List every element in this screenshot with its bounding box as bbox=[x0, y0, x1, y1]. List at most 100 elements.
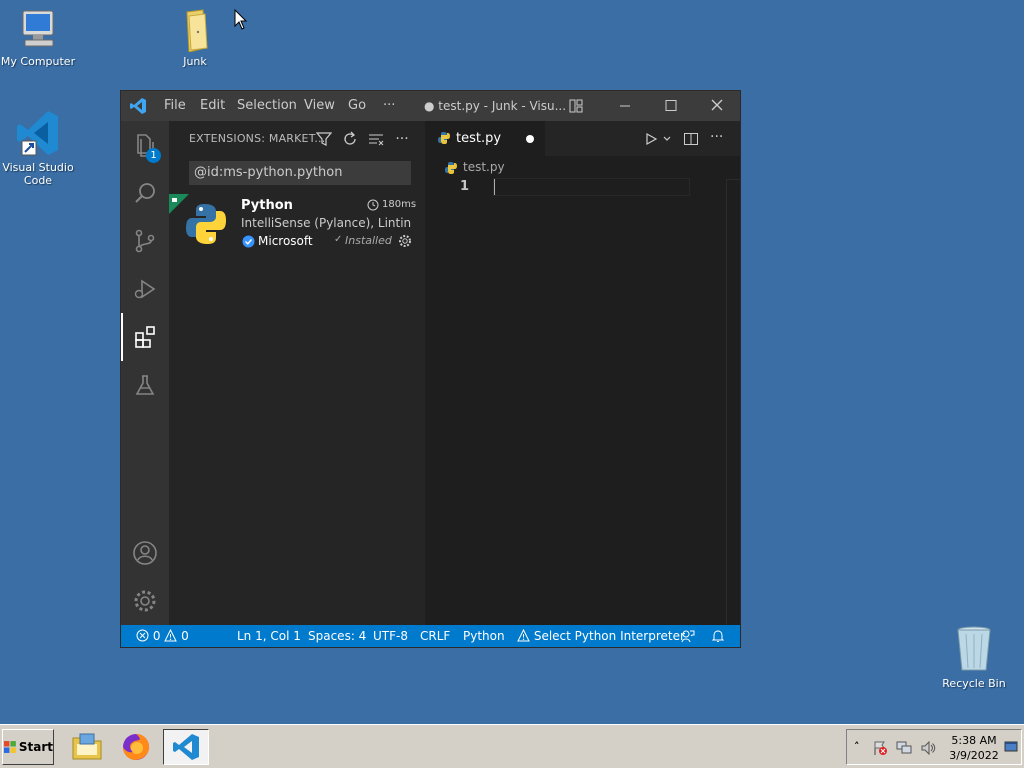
taskbar-vscode-icon[interactable] bbox=[163, 729, 209, 765]
breadcrumb-file: test.py bbox=[463, 160, 505, 174]
check-icon: ✓ bbox=[334, 234, 343, 245]
sidebar-title: EXTENSIONS: MARKET... bbox=[189, 132, 326, 145]
action-center-flag-icon[interactable] bbox=[872, 740, 888, 759]
menu-more[interactable]: ··· bbox=[383, 91, 395, 121]
language-mode[interactable]: Python bbox=[463, 625, 505, 647]
extensions-icon[interactable] bbox=[121, 313, 169, 361]
status-bar: 0 0 Ln 1, Col 1 Spaces: 4 UTF-8 CRLF Pyt… bbox=[121, 625, 740, 647]
installed-status: Installed bbox=[345, 234, 392, 247]
network-icon[interactable] bbox=[896, 740, 912, 759]
editor-area: test.py ··· test.py 1 bbox=[425, 121, 740, 625]
show-desktop-icon[interactable] bbox=[1004, 740, 1018, 757]
maximize-button[interactable] bbox=[648, 91, 694, 121]
desktop-icon-junk-folder[interactable]: Junk bbox=[157, 8, 233, 68]
search-icon[interactable] bbox=[121, 169, 169, 217]
clock-date[interactable]: 3/9/2022 bbox=[947, 749, 1001, 762]
indentation[interactable]: Spaces: 4 bbox=[308, 625, 366, 647]
taskbar-file-explorer-icon[interactable] bbox=[65, 729, 109, 765]
editor-tab-bar: test.py ··· bbox=[425, 121, 740, 156]
testing-icon[interactable] bbox=[121, 361, 169, 409]
problems-indicator[interactable]: 0 0 bbox=[136, 625, 189, 647]
mouse-cursor-icon bbox=[234, 9, 248, 30]
feedback-icon[interactable] bbox=[681, 625, 695, 647]
desktop-icon-vscode[interactable]: Visual Studio Code bbox=[0, 108, 76, 187]
show-hidden-icons-chevron-icon[interactable]: ˄ bbox=[854, 740, 860, 753]
menu-file[interactable]: File bbox=[164, 91, 186, 121]
start-label: Start bbox=[18, 740, 53, 754]
customize-layout-icon[interactable] bbox=[568, 91, 586, 121]
split-editor-icon[interactable] bbox=[683, 131, 699, 150]
desktop-icon-recycle-bin[interactable]: Recycle Bin bbox=[936, 624, 1012, 690]
run-debug-icon[interactable] bbox=[121, 265, 169, 313]
error-icon bbox=[136, 629, 149, 642]
notifications-bell-icon[interactable] bbox=[711, 625, 725, 647]
interpreter-selector[interactable]: Select Python Interpreter bbox=[517, 625, 685, 647]
taskbar-firefox-icon[interactable] bbox=[114, 729, 158, 765]
interpreter-label: Select Python Interpreter bbox=[533, 629, 685, 643]
vscode-logo-icon bbox=[14, 108, 62, 158]
clear-results-icon[interactable] bbox=[367, 130, 385, 148]
recycle-bin-icon bbox=[950, 624, 998, 674]
vscode-window: File Edit Selection View Go ··· ● test.p… bbox=[121, 91, 740, 647]
cursor-position[interactable]: Ln 1, Col 1 bbox=[237, 625, 301, 647]
volume-icon[interactable] bbox=[920, 740, 936, 759]
source-control-icon[interactable] bbox=[121, 217, 169, 265]
explorer-icon[interactable]: 1 bbox=[121, 121, 169, 169]
encoding[interactable]: UTF-8 bbox=[373, 625, 408, 647]
filter-icon[interactable] bbox=[315, 130, 333, 148]
manage-gear-icon[interactable] bbox=[121, 577, 169, 625]
editor-more-actions-icon[interactable]: ··· bbox=[710, 129, 723, 145]
menu-edit[interactable]: Edit bbox=[200, 91, 225, 121]
clock-time[interactable]: 5:38 AM bbox=[947, 734, 1001, 747]
end-of-line[interactable]: CRLF bbox=[420, 625, 450, 647]
python-file-icon bbox=[445, 162, 457, 174]
desktop-icon-label: My Computer bbox=[0, 55, 76, 68]
accounts-icon[interactable] bbox=[121, 529, 169, 577]
warning-count: 0 bbox=[181, 629, 189, 643]
desktop-icon-label: Visual Studio Code bbox=[2, 161, 74, 187]
windows-logo-icon bbox=[3, 741, 16, 753]
desktop-icon-label: Recycle Bin bbox=[942, 677, 1006, 690]
explorer-badge: 1 bbox=[146, 148, 161, 163]
activation-time: 180ms bbox=[382, 199, 417, 210]
window-title: ● test.py - Junk - Visu... bbox=[424, 99, 567, 113]
menu-view[interactable]: View bbox=[304, 91, 335, 121]
tab-label: test.py bbox=[456, 131, 502, 146]
chevron-down-icon[interactable] bbox=[662, 133, 672, 147]
menu-go[interactable]: Go bbox=[348, 91, 366, 121]
warning-icon bbox=[517, 628, 530, 642]
run-python-file-icon[interactable] bbox=[644, 132, 658, 149]
minimap bbox=[726, 179, 740, 625]
clock-icon bbox=[367, 199, 379, 214]
desktop-icon-label: Junk bbox=[183, 55, 207, 68]
minimize-button[interactable] bbox=[602, 91, 648, 121]
menu-selection[interactable]: Selection bbox=[237, 91, 297, 121]
python-logo-icon bbox=[184, 202, 228, 246]
tab-test-py[interactable]: test.py bbox=[425, 121, 545, 156]
system-tray: ˄ 5:38 AM 3/9/2022 bbox=[846, 729, 1022, 765]
refresh-icon[interactable] bbox=[341, 130, 359, 148]
start-button[interactable]: Start bbox=[2, 729, 54, 765]
desktop-icon-my-computer[interactable]: My Computer bbox=[0, 8, 76, 68]
extensions-sidebar: EXTENSIONS: MARKET... ··· @id:ms-python.… bbox=[169, 121, 425, 625]
close-button[interactable] bbox=[694, 91, 740, 121]
vscode-menu-logo-icon[interactable] bbox=[129, 91, 149, 121]
unsaved-dot-icon[interactable] bbox=[526, 135, 534, 143]
error-count: 0 bbox=[152, 629, 161, 643]
extension-description: IntelliSense (Pylance), Lintin... bbox=[241, 216, 411, 230]
extension-name: Python bbox=[241, 198, 293, 213]
python-file-icon bbox=[438, 132, 450, 147]
taskbar: Start ˄ 5:38 AM 3/9/2022 bbox=[0, 724, 1024, 768]
computer-icon bbox=[14, 8, 62, 52]
extension-list-item[interactable]: Python 180ms IntelliSense (Pylance), Lin… bbox=[169, 194, 425, 256]
code-editor-surface[interactable] bbox=[493, 178, 726, 625]
title-bar: File Edit Selection View Go ··· ● test.p… bbox=[121, 91, 740, 121]
more-actions-icon[interactable]: ··· bbox=[393, 130, 411, 148]
verified-publisher-icon bbox=[242, 235, 255, 251]
line-number: 1 bbox=[460, 179, 470, 194]
extension-gear-icon[interactable] bbox=[398, 234, 412, 251]
extensions-search-input[interactable]: @id:ms-python.python bbox=[189, 161, 411, 185]
activity-bar: 1 bbox=[121, 121, 169, 625]
publisher-name[interactable]: Microsoft bbox=[258, 234, 313, 248]
warning-icon bbox=[164, 628, 178, 642]
